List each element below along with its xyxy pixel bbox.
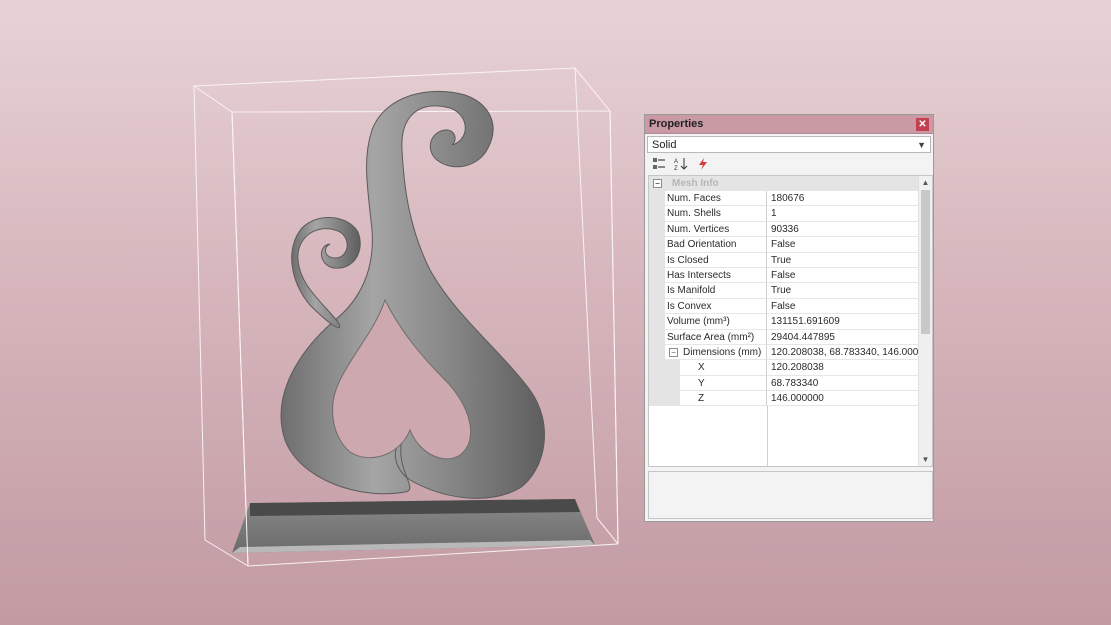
scene-svg xyxy=(192,67,619,567)
row-gutter xyxy=(649,191,665,207)
row-gutter xyxy=(649,391,665,407)
lightning-icon[interactable] xyxy=(695,156,711,172)
property-name: X xyxy=(680,360,767,376)
property-row[interactable]: Bad Orientation False xyxy=(649,237,920,253)
property-name: Volume (mm³) xyxy=(665,314,767,330)
property-name: Is Convex xyxy=(665,298,767,315)
property-name: Is Manifold xyxy=(665,283,767,299)
row-gutter xyxy=(649,298,665,315)
row-gutter xyxy=(649,375,665,392)
row-gutter xyxy=(665,391,680,407)
property-row[interactable]: Is Convex False xyxy=(649,298,920,315)
property-value[interactable]: False xyxy=(767,268,920,284)
row-gutter xyxy=(665,360,680,376)
property-row[interactable]: Is Manifold True xyxy=(649,283,920,299)
grid-scrollbar[interactable]: ▲ ▼ xyxy=(918,176,932,466)
row-gutter xyxy=(649,221,665,238)
property-row[interactable]: Num. Faces 180676 xyxy=(649,191,920,207)
property-value[interactable]: 120.208038, 68.783340, 146.000000 xyxy=(767,345,920,361)
property-row[interactable]: Surface Area (mm²) 29404.447895 xyxy=(649,329,920,345)
property-name: Num. Vertices xyxy=(665,221,767,238)
svg-text:Z: Z xyxy=(674,166,678,171)
property-name: Bad Orientation xyxy=(665,237,767,253)
property-value[interactable]: 68.783340 xyxy=(767,376,920,392)
property-name: Num. Faces xyxy=(665,191,767,207)
object-type-select[interactable]: Solid ▼ xyxy=(647,136,931,153)
property-value[interactable]: 1 xyxy=(767,206,920,222)
row-gutter xyxy=(649,344,665,361)
properties-titlebar[interactable]: Properties ✕ xyxy=(645,115,933,134)
property-value[interactable]: 180676 xyxy=(767,191,920,207)
model-base xyxy=(232,499,595,553)
property-name: Is Closed xyxy=(665,252,767,268)
property-name-label: Dimensions (mm) xyxy=(683,346,762,358)
object-type-value: Solid xyxy=(652,138,677,151)
categorized-icon[interactable] xyxy=(651,156,667,172)
property-value[interactable]: True xyxy=(767,253,920,268)
properties-toolbar: AZ xyxy=(645,153,933,175)
property-row[interactable]: − Dimensions (mm) 120.208038, 68.783340, 1… xyxy=(649,344,920,361)
property-value[interactable]: 90336 xyxy=(767,222,920,238)
row-gutter xyxy=(649,237,665,253)
property-row[interactable]: Num. Shells 1 xyxy=(649,206,920,222)
row-gutter xyxy=(649,267,665,284)
collapse-icon[interactable]: − xyxy=(653,179,662,188)
description-pane xyxy=(648,471,933,519)
property-value[interactable]: False xyxy=(767,299,920,315)
property-value[interactable]: False xyxy=(767,237,920,253)
category-header[interactable]: − Mesh Info xyxy=(649,176,920,191)
row-gutter xyxy=(649,329,665,345)
property-name: Z xyxy=(680,391,767,407)
property-name: Num. Shells xyxy=(665,206,767,222)
property-name: Y xyxy=(680,375,767,392)
svg-text:A: A xyxy=(674,159,678,165)
property-value[interactable]: 146.000000 xyxy=(767,391,920,407)
scroll-down-icon[interactable]: ▼ xyxy=(919,453,932,466)
sort-alpha-icon[interactable]: AZ xyxy=(673,156,689,172)
panel-title: Properties xyxy=(649,118,704,130)
row-gutter xyxy=(649,360,665,376)
property-row[interactable]: Is Closed True xyxy=(649,252,920,268)
row-gutter xyxy=(649,206,665,222)
property-name: Has Intersects xyxy=(665,267,767,284)
property-name: Surface Area (mm²) xyxy=(665,329,767,345)
property-row[interactable]: Volume (mm³) 131151.691609 xyxy=(649,314,920,330)
scroll-up-icon[interactable]: ▲ xyxy=(919,176,932,189)
row-gutter xyxy=(649,283,665,299)
property-row[interactable]: Num. Vertices 90336 xyxy=(649,221,920,238)
category-label: Mesh Info xyxy=(672,178,719,189)
property-row[interactable]: X 120.208038 xyxy=(649,360,920,376)
property-row[interactable]: Has Intersects False xyxy=(649,267,920,284)
property-value[interactable]: 29404.447895 xyxy=(767,330,920,345)
3d-viewport[interactable] xyxy=(0,0,1111,625)
model-sculpture xyxy=(280,90,545,499)
property-row[interactable]: Y 68.783340 xyxy=(649,375,920,392)
row-gutter xyxy=(665,375,680,392)
property-value[interactable]: 120.208038 xyxy=(767,360,920,376)
property-row[interactable]: Z 146.000000 xyxy=(649,391,920,407)
properties-panel: Properties ✕ Solid ▼ AZ − Mesh Info Num.… xyxy=(644,114,934,522)
grid-divider xyxy=(767,406,768,466)
property-value[interactable]: 131151.691609 xyxy=(767,314,920,330)
expand-dimensions-icon[interactable]: − xyxy=(669,347,678,357)
row-gutter xyxy=(649,314,665,330)
property-grid[interactable]: − Mesh Info Num. Faces 180676 Num. Shells 1… xyxy=(648,175,933,467)
chevron-down-icon: ▼ xyxy=(917,139,926,150)
scroll-thumb[interactable] xyxy=(921,190,930,334)
row-gutter xyxy=(649,252,665,268)
property-value[interactable]: True xyxy=(767,283,920,299)
close-icon[interactable]: ✕ xyxy=(916,117,929,131)
property-name: − Dimensions (mm) xyxy=(665,344,767,361)
